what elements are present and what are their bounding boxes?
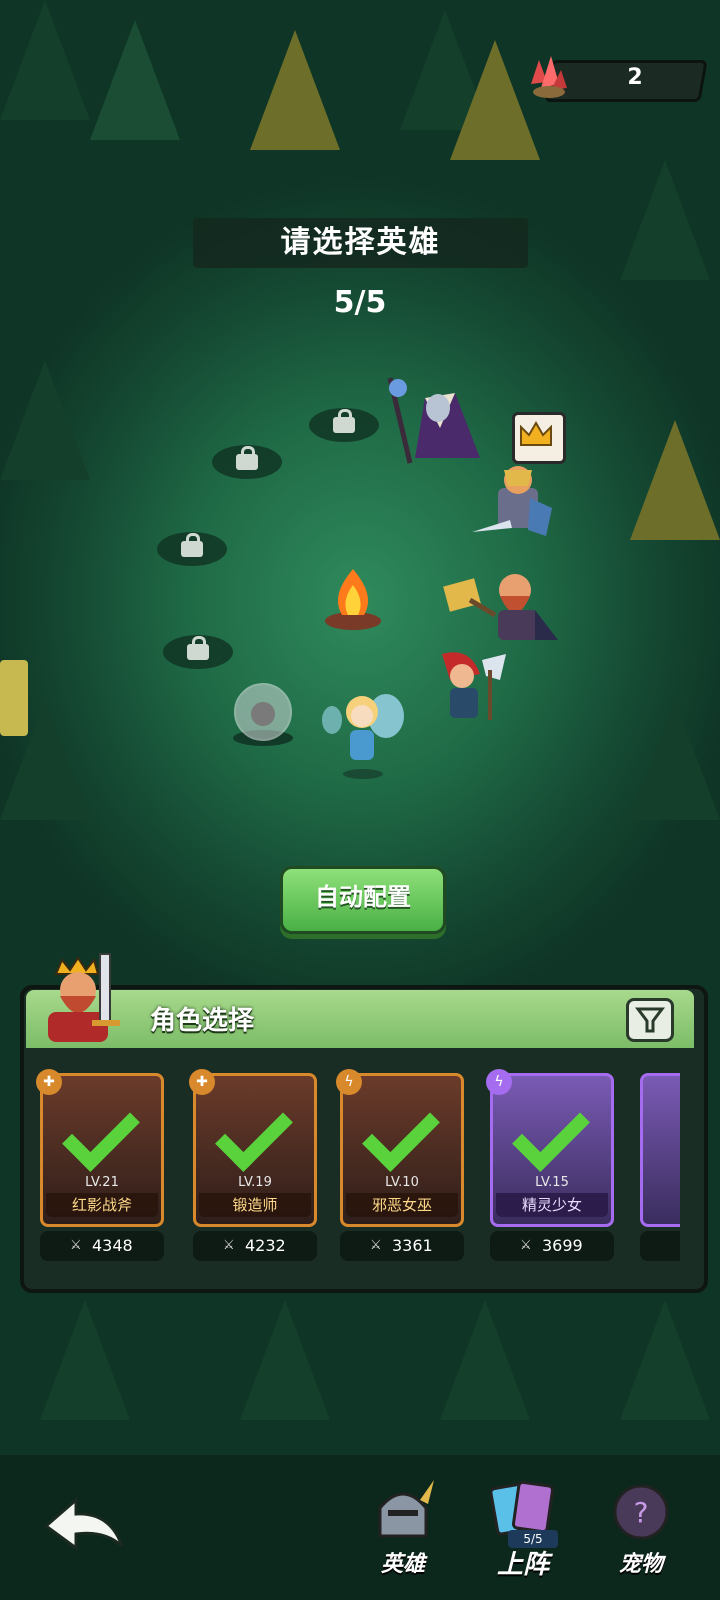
crystal-count: 2 xyxy=(627,65,643,90)
nav-heroes-label: 英雄 xyxy=(380,1552,425,1577)
tree xyxy=(0,0,90,120)
locked-slot[interactable] xyxy=(163,635,233,669)
pet-bubble-icon[interactable] xyxy=(228,680,298,750)
nav-pets-label: 宠物 xyxy=(618,1552,663,1577)
hero-power: 3361 xyxy=(392,1236,433,1255)
lock-icon xyxy=(333,409,355,433)
lock-icon xyxy=(181,533,203,557)
hero-witch-sprite[interactable] xyxy=(370,368,490,468)
hero-card[interactable]: ✚ LV.21 红影战斧 ⚔ 4348 xyxy=(36,1069,164,1261)
nav-deploy[interactable]: 5/5 上阵 xyxy=(478,1480,568,1580)
auto-configure-label: 自动配置 xyxy=(315,883,411,911)
lock-icon xyxy=(187,636,209,660)
hero-knight-sprite[interactable] xyxy=(470,458,560,548)
nav-deploy-label: 上阵 xyxy=(496,1550,549,1580)
strength-icon: ✚ xyxy=(189,1069,215,1095)
hero-power: 4232 xyxy=(245,1236,286,1255)
panel-title: 角色选择 xyxy=(150,1006,255,1036)
locked-slot[interactable] xyxy=(212,445,282,479)
locked-slot[interactable] xyxy=(309,408,379,442)
hero-name: 邪恶女巫 xyxy=(371,1196,432,1214)
campfire-icon xyxy=(322,565,384,631)
strength-icon: ✚ xyxy=(36,1069,62,1095)
side-sign xyxy=(0,660,28,736)
tree xyxy=(440,1300,530,1420)
lightning-icon: ϟ xyxy=(336,1069,362,1095)
hero-level: LV.10 xyxy=(385,1175,419,1190)
team-count: 5/5 xyxy=(333,285,387,320)
hero-name: 红影战斧 xyxy=(71,1196,132,1214)
page-title: 请选择英雄 xyxy=(280,225,441,260)
lightning-icon: ϟ xyxy=(486,1069,512,1095)
tree xyxy=(630,700,720,820)
hero-level: LV.21 xyxy=(85,1175,119,1190)
filter-button[interactable] xyxy=(626,998,674,1042)
tree xyxy=(0,360,90,480)
hero-level: LV.19 xyxy=(238,1175,272,1190)
hero-blacksmith-sprite[interactable] xyxy=(440,560,560,650)
hero-card[interactable]: ϟ LV.15 精灵少女 ⚔ 3699 xyxy=(486,1069,614,1261)
nav-pets[interactable]: ? 宠物 xyxy=(596,1480,686,1580)
crossed-swords-icon: ⚔ xyxy=(520,1238,532,1253)
hero-portrait xyxy=(640,1073,680,1227)
pet-egg-icon: ? xyxy=(608,1480,674,1542)
hero-power: 3699 xyxy=(542,1236,583,1255)
tree xyxy=(620,1300,710,1420)
crossed-swords-icon: ⚔ xyxy=(70,1238,82,1253)
tree xyxy=(250,30,340,150)
crossed-swords-icon: ⚔ xyxy=(370,1238,382,1253)
hero-name: 锻造师 xyxy=(232,1196,278,1214)
nav-heroes[interactable]: 英雄 xyxy=(358,1480,448,1580)
hero-axe-warrior-sprite[interactable] xyxy=(420,650,515,732)
tree xyxy=(630,420,720,540)
tree xyxy=(240,1300,330,1420)
filter-icon xyxy=(635,1007,665,1033)
hero-level: LV.15 xyxy=(535,1175,569,1190)
hero-power: 4348 xyxy=(92,1236,133,1255)
hero-elf-girl-sprite[interactable] xyxy=(318,680,408,780)
hero-card-partial[interactable] xyxy=(640,1073,680,1261)
locked-slot[interactable] xyxy=(157,532,227,566)
power-bar xyxy=(640,1231,680,1261)
back-arrow-icon xyxy=(43,1496,124,1551)
crossed-swords-icon: ⚔ xyxy=(223,1238,235,1253)
king-sword-icon xyxy=(38,950,148,1050)
crystal-icon xyxy=(525,54,569,100)
hero-name: 精灵少女 xyxy=(521,1196,582,1214)
lock-icon xyxy=(236,446,258,470)
svg-text:?: ? xyxy=(634,1496,649,1529)
hero-card[interactable]: ✚ LV.19 锻造师 ⚔ 4232 xyxy=(189,1069,317,1261)
back-button[interactable] xyxy=(40,1490,130,1560)
helmet-icon xyxy=(370,1480,436,1542)
tree xyxy=(40,1300,130,1420)
hero-card[interactable]: ϟ LV.10 邪恶女巫 ⚔ 3361 xyxy=(336,1069,464,1261)
leader-crown-badge xyxy=(512,412,566,464)
tree xyxy=(620,160,710,280)
tree xyxy=(90,20,180,140)
